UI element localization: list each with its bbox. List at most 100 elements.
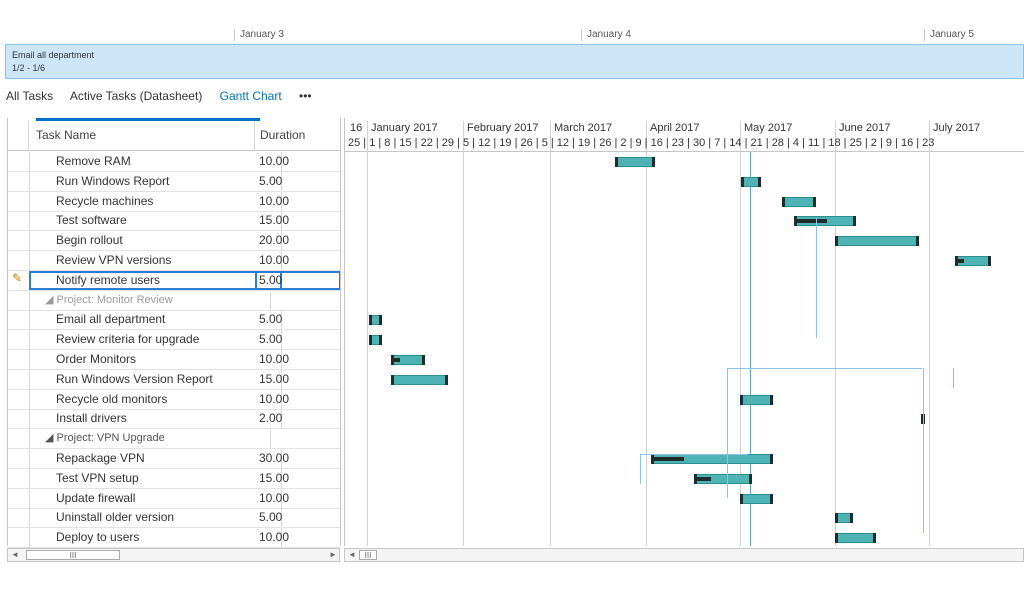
task-row[interactable]: Install drivers 2.00 bbox=[8, 409, 341, 430]
gantt-task-bar[interactable] bbox=[369, 335, 382, 346]
row-indicator-cell[interactable] bbox=[8, 191, 30, 211]
row-indicator-cell[interactable] bbox=[8, 429, 30, 449]
gantt-scroll-left-icon[interactable]: ◄ bbox=[348, 550, 356, 559]
row-indicator-cell[interactable] bbox=[8, 211, 30, 231]
tab-gantt-chart[interactable]: Gantt Chart bbox=[220, 89, 282, 103]
duration-cell[interactable] bbox=[255, 291, 341, 310]
row-indicator-cell[interactable]: ✎ bbox=[8, 270, 30, 290]
row-indicator-cell[interactable] bbox=[8, 231, 30, 251]
scroll-left-icon[interactable]: ◄ bbox=[11, 550, 19, 559]
project-group-row[interactable]: ◢ Project: Monitor Review bbox=[8, 290, 341, 311]
row-indicator-cell[interactable] bbox=[8, 528, 30, 548]
column-header-task-name[interactable]: Task Name bbox=[29, 121, 255, 151]
row-indicator-cell[interactable] bbox=[8, 468, 30, 488]
duration-cell[interactable]: 5.00 bbox=[255, 310, 341, 329]
task-name-cell[interactable]: Test VPN setup bbox=[29, 468, 282, 488]
duration-cell[interactable]: 30.00 bbox=[255, 449, 341, 468]
duration-cell[interactable]: 15.00 bbox=[255, 370, 341, 389]
task-name-cell[interactable]: Email all department bbox=[29, 310, 282, 330]
row-indicator-cell[interactable] bbox=[8, 310, 30, 330]
gantt-task-bar[interactable] bbox=[741, 176, 761, 187]
task-name-cell[interactable]: Review criteria for upgrade bbox=[29, 330, 282, 350]
task-name-cell[interactable]: Review VPN versions bbox=[29, 251, 282, 270]
gantt-task-bar[interactable] bbox=[835, 533, 876, 544]
task-name-cell[interactable]: Remove RAM bbox=[29, 152, 282, 171]
task-row[interactable]: Remove RAM 10.00 bbox=[8, 152, 341, 172]
duration-cell[interactable]: 2.00 bbox=[255, 409, 341, 428]
duration-cell[interactable]: 20.00 bbox=[255, 231, 341, 250]
task-row[interactable]: Recycle old monitors 10.00 bbox=[8, 389, 341, 410]
gantt-horizontal-scrollbar[interactable]: ◄ III bbox=[344, 548, 1024, 562]
row-indicator-cell[interactable] bbox=[8, 290, 30, 310]
task-name-cell[interactable]: Recycle machines bbox=[29, 191, 282, 211]
gantt-task-bar[interactable] bbox=[740, 394, 773, 405]
duration-cell[interactable]: 10.00 bbox=[255, 350, 341, 369]
task-row[interactable]: Order Monitors 10.00 bbox=[8, 350, 341, 370]
duration-cell[interactable]: 10.00 bbox=[255, 152, 341, 171]
task-name-cell[interactable]: Begin rollout bbox=[29, 231, 282, 251]
task-row[interactable]: Begin rollout 20.00 bbox=[8, 231, 341, 252]
duration-cell[interactable]: 10.00 bbox=[255, 390, 341, 409]
row-indicator-cell[interactable] bbox=[8, 389, 30, 409]
task-name-cell[interactable]: Update firewall bbox=[29, 488, 282, 508]
gantt-task-bar[interactable] bbox=[615, 157, 655, 167]
duration-cell[interactable]: 15.00 bbox=[255, 469, 341, 488]
gantt-task-bar[interactable] bbox=[835, 236, 919, 247]
duration-cell[interactable]: 10.00 bbox=[255, 489, 341, 508]
gantt-task-bar[interactable] bbox=[651, 454, 773, 464]
gantt-task-bar[interactable] bbox=[391, 355, 425, 365]
gantt-task-bar[interactable] bbox=[955, 256, 991, 266]
grid-horizontal-scrollbar[interactable]: ◄ III ► bbox=[7, 548, 340, 562]
task-name-cell[interactable]: Repackage VPN bbox=[29, 449, 282, 468]
row-indicator-cell[interactable] bbox=[8, 409, 30, 429]
task-row[interactable]: Email all department 5.00 bbox=[8, 310, 341, 331]
project-group-row[interactable]: ◢ Project: VPN Upgrade bbox=[8, 429, 341, 450]
duration-cell[interactable] bbox=[255, 429, 341, 448]
duration-cell[interactable]: 10.00 bbox=[255, 528, 341, 547]
row-indicator-cell[interactable] bbox=[8, 488, 30, 508]
row-indicator-cell[interactable] bbox=[8, 330, 30, 350]
gantt-task-bar[interactable] bbox=[835, 513, 853, 524]
task-row[interactable]: Deploy to users 10.00 bbox=[8, 528, 341, 549]
row-indicator-cell[interactable] bbox=[8, 350, 30, 369]
scroll-right-icon[interactable]: ► bbox=[329, 550, 337, 559]
tab-active-tasks[interactable]: Active Tasks (Datasheet) bbox=[70, 89, 203, 103]
gantt-task-bar[interactable] bbox=[391, 374, 448, 385]
gantt-task-bar[interactable] bbox=[694, 473, 752, 484]
gantt-task-bar[interactable] bbox=[794, 216, 856, 227]
task-name-cell[interactable]: Deploy to users bbox=[29, 528, 282, 548]
duration-cell[interactable]: 5.00 bbox=[255, 508, 341, 527]
task-row[interactable]: Repackage VPN 30.00 bbox=[8, 449, 341, 469]
duration-cell[interactable]: 5.00 bbox=[255, 172, 341, 191]
task-row[interactable]: Run Windows Report 5.00 bbox=[8, 171, 341, 192]
task-row[interactable]: Test VPN setup 15.00 bbox=[8, 468, 341, 489]
duration-cell[interactable]: 10.00 bbox=[255, 251, 341, 270]
task-name-cell[interactable]: Test software bbox=[29, 211, 282, 231]
task-name-cell[interactable]: Install drivers bbox=[29, 409, 282, 429]
more-views-button[interactable]: ••• bbox=[299, 89, 312, 103]
gantt-task-bar[interactable] bbox=[369, 315, 382, 326]
duration-cell[interactable]: 5.00 bbox=[255, 330, 341, 349]
project-name-cell[interactable]: ◢ Project: Monitor Review bbox=[29, 290, 271, 310]
task-name-cell[interactable]: Notify remote users bbox=[29, 270, 282, 290]
task-row[interactable]: Run Windows Version Report 15.00 bbox=[8, 369, 341, 390]
task-name-cell[interactable]: Run Windows Report bbox=[29, 171, 282, 191]
row-indicator-cell[interactable] bbox=[8, 449, 30, 468]
row-indicator-cell[interactable] bbox=[8, 171, 30, 191]
task-row[interactable]: Uninstall older version 5.00 bbox=[8, 508, 341, 529]
task-name-cell[interactable]: Order Monitors bbox=[29, 350, 282, 369]
gantt-task-bar[interactable] bbox=[740, 493, 773, 504]
task-name-cell[interactable]: Recycle old monitors bbox=[29, 389, 282, 409]
duration-cell[interactable]: 15.00 bbox=[255, 211, 341, 230]
task-name-cell[interactable]: Uninstall older version bbox=[29, 508, 282, 528]
task-name-cell[interactable]: Run Windows Version Report bbox=[29, 369, 282, 389]
duration-cell[interactable]: 5.00 bbox=[255, 270, 341, 290]
timeline-task-band[interactable]: Email all department 1/2 - 1/6 bbox=[5, 44, 1024, 79]
gantt-scroll-thumb[interactable]: III bbox=[359, 550, 377, 560]
gantt-task-bar[interactable] bbox=[782, 196, 816, 207]
task-row[interactable]: ✎ Notify remote users 5.00 bbox=[8, 270, 341, 291]
task-row[interactable]: Review criteria for upgrade 5.00 bbox=[8, 330, 341, 351]
task-row[interactable]: Recycle machines 10.00 bbox=[8, 191, 341, 212]
task-row[interactable]: Test software 15.00 bbox=[8, 211, 341, 232]
tab-all-tasks[interactable]: All Tasks bbox=[6, 89, 53, 103]
